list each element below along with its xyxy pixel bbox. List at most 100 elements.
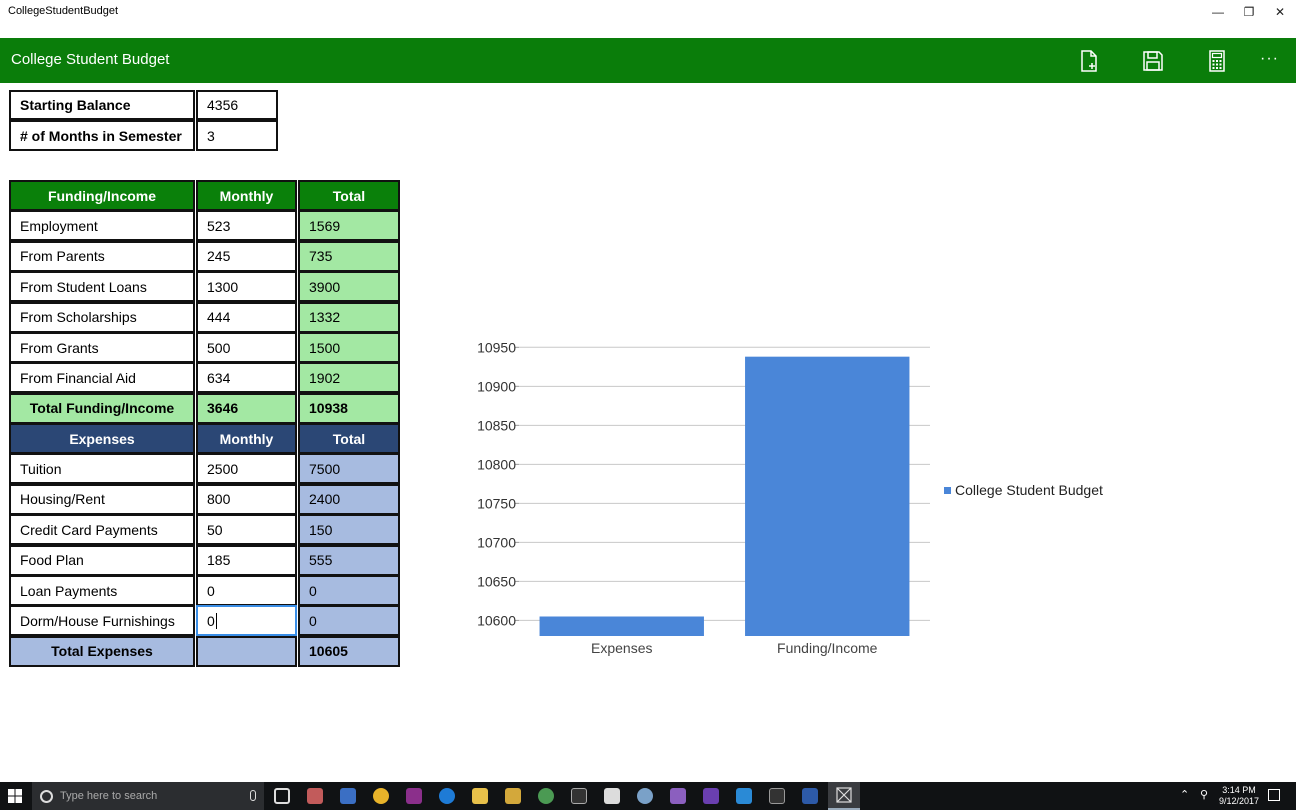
star-app-icon[interactable] [505,788,521,804]
new-document-icon[interactable] [1076,48,1102,74]
android-studio-icon[interactable] [538,788,554,804]
months-label: # of Months in Semester [9,120,195,151]
expense-row-label: Housing/Rent [9,483,195,515]
months-input[interactable]: 3 [196,120,278,151]
expense-monthly-input[interactable]: 185 [196,544,297,576]
expense-row-label: Loan Payments [9,575,195,606]
y-tick-label: 10950 [477,339,516,355]
income-total-value: 10938 [298,392,400,424]
y-tick-label: 10900 [477,378,516,394]
income-row-total: 1902 [298,362,400,394]
expense-row-total: 0 [298,575,400,606]
expense-monthly-input[interactable]: 2500 [196,453,297,485]
microphone-icon[interactable] [250,790,256,801]
console-icon[interactable] [769,788,785,804]
income-row-total: 1569 [298,210,400,242]
taskbar-search[interactable]: Type here to search [32,782,264,810]
expense-total-label: Total Expenses [9,635,195,667]
visual-studio-icon[interactable] [670,788,686,804]
mail-icon[interactable] [340,788,356,804]
text-caret [215,612,217,629]
expense-total-value: 10605 [298,635,400,667]
minimize-button[interactable]: — [1202,0,1234,24]
terminal-icon[interactable] [571,788,587,804]
bar [745,356,910,636]
app-title: College Student Budget [11,51,170,68]
notifications-icon[interactable] [1268,789,1280,801]
tray-chevron-icon[interactable]: ⌃ [1180,790,1189,810]
expense-row-total: 2400 [298,483,400,515]
starting-balance-label: Starting Balance [9,90,195,120]
clock[interactable]: 3:14 PM 9/12/2017 [1216,785,1262,810]
y-tick-label: 10700 [477,534,516,550]
expense-header-label: Expenses [9,423,195,454]
app-icon-1[interactable] [307,788,323,804]
y-tick-label: 10850 [477,417,516,433]
income-monthly-input[interactable]: 245 [196,240,297,272]
y-tick-label: 10600 [477,612,516,628]
app-icon-2[interactable] [637,788,653,804]
window-title: CollegeStudentBudget [8,5,119,17]
income-row-label: From Parents [9,240,195,272]
income-row-label: From Financial Aid [9,362,195,394]
ide-icon[interactable] [406,788,422,804]
expense-monthly-input[interactable]: 0 [196,605,297,637]
windows-start-icon[interactable] [8,789,22,803]
y-tick-label: 10650 [477,573,516,589]
income-header-monthly: Monthly [196,180,297,211]
income-row-total: 735 [298,240,400,272]
starting-balance-input[interactable]: 4356 [196,90,278,120]
budget-chart: 10600 10650 10700 10750 10800 10850 10900 10950… [477,339,930,656]
income-monthly-input[interactable]: 634 [196,362,297,394]
income-header-total: Total [298,180,400,211]
x-tick-label: Funding/Income [777,640,878,656]
income-monthly-input[interactable]: 444 [196,301,297,333]
search-placeholder: Type here to search [60,790,158,802]
clock-date: 9/12/2017 [1218,796,1260,806]
chrome-icon[interactable] [373,788,389,804]
expense-header-monthly: Monthly [196,423,297,454]
active-app-icon[interactable] [828,782,860,810]
window-title-bar: CollegeStudentBudget — ❐ ✕ [0,0,1296,38]
expense-row-label: Dorm/House Furnishings [9,605,195,637]
file-explorer-icon[interactable] [472,788,488,804]
calculator-icon[interactable] [1204,48,1230,74]
more-icon[interactable]: ··· [1260,50,1279,68]
expense-monthly-input[interactable]: 0 [196,575,297,606]
income-row-label: From Scholarships [9,301,195,333]
income-header-label: Funding/Income [9,180,195,211]
y-tick-label: 10750 [477,495,516,511]
income-monthly-input[interactable]: 1300 [196,271,297,303]
chart-legend: College Student Budget [944,482,1103,498]
app-bar: College Student Budget ··· [0,38,1296,83]
search-icon [40,789,53,803]
visual-studio-2-icon[interactable] [703,788,719,804]
expense-row-label: Tuition [9,453,195,485]
expense-row-total: 7500 [298,453,400,485]
income-row-label: Employment [9,210,195,242]
income-row-total: 1500 [298,332,400,363]
bar [539,616,704,636]
expense-total-monthly [196,635,297,667]
task-view-icon[interactable] [274,788,290,804]
income-row-total: 1332 [298,301,400,333]
y-tick-label: 10800 [477,456,516,472]
save-icon[interactable] [1140,48,1166,74]
expense-row-total: 555 [298,544,400,576]
document-app-icon[interactable] [604,788,620,804]
app-icon-3[interactable] [802,788,818,804]
close-button[interactable]: ✕ [1264,0,1296,24]
expense-monthly-input[interactable]: 800 [196,483,297,515]
expense-header-total: Total [298,423,400,454]
network-icon[interactable]: ⚲ [1200,790,1208,810]
expense-monthly-input[interactable]: 50 [196,514,297,546]
income-monthly-input[interactable]: 523 [196,210,297,242]
legend-label: College Student Budget [955,482,1103,498]
income-total-label: Total Funding/Income [9,392,195,424]
expense-row-total: 150 [298,514,400,546]
income-monthly-input[interactable]: 500 [196,332,297,363]
restore-button[interactable]: ❐ [1233,0,1265,24]
vscode-icon[interactable] [736,788,752,804]
edge-icon[interactable] [439,788,455,804]
taskbar: Type here to search ⌃ ⚲ 3:14 PM 9/12/201… [0,782,1296,810]
